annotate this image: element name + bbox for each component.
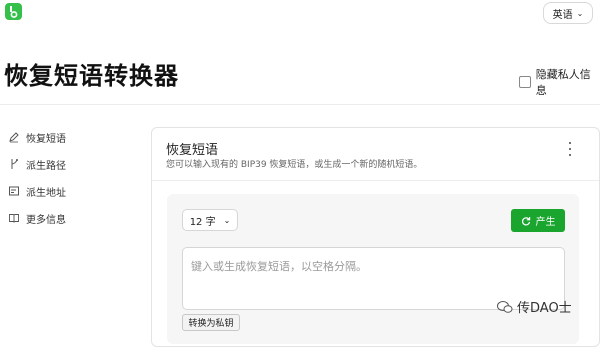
sidebar-item-label: 更多信息	[26, 214, 66, 226]
sidebar-item-label: 恢复短语	[26, 133, 66, 145]
hide-private-label: 隐藏私人信息	[535, 68, 591, 97]
word-count-select[interactable]: 12 字 ⌄	[182, 209, 238, 231]
phrase-placeholder: 键入或生成恢复短语，以空格分隔。	[191, 260, 367, 273]
page-title: 恢复短语转换器	[4, 62, 179, 90]
card-divider	[152, 180, 599, 181]
watermark: 传DAO士	[497, 297, 572, 316]
address-icon	[9, 186, 19, 196]
card-title: 恢复短语	[166, 143, 219, 158]
sidebar-item-label: 派生地址	[26, 187, 66, 199]
chevron-down-icon: ⌄	[223, 215, 231, 225]
refresh-icon	[521, 216, 530, 225]
book-icon	[9, 214, 19, 223]
sidebar-item-derived-address[interactable]: 派生地址	[8, 184, 66, 199]
logo-icon	[10, 6, 18, 18]
header-divider	[0, 104, 600, 105]
hide-private-toggle[interactable]: 隐藏私人信息	[519, 66, 600, 98]
watermark-text: 传DAO士	[517, 301, 572, 316]
convert-to-private-key-button[interactable]: 转换为私钥	[182, 314, 240, 331]
chevron-down-icon: ⌄	[576, 8, 584, 18]
word-count-value: 12 字	[189, 216, 216, 228]
wechat-icon	[497, 300, 513, 313]
hide-private-checkbox[interactable]	[519, 76, 531, 88]
generate-button[interactable]: 产生	[511, 209, 565, 232]
generate-label: 产生	[535, 217, 556, 228]
sidebar-item-derivation-path[interactable]: 派生路径	[8, 157, 66, 172]
branch-icon	[11, 159, 18, 169]
convert-label: 转换为私钥	[188, 319, 234, 329]
sidebar-item-recovery-phrase[interactable]: 恢复短语	[8, 130, 66, 145]
language-label: 英语	[552, 9, 573, 21]
sidebar-item-more-info[interactable]: 更多信息	[8, 211, 66, 226]
language-select[interactable]: 英语 ⌄	[543, 2, 593, 24]
card-subtitle: 您可以输入现有的 BIP39 恢复短语，或生成一个新的随机短语。	[166, 160, 423, 170]
pen-icon	[9, 132, 19, 143]
sidebar-item-label: 派生路径	[26, 160, 66, 172]
more-options-icon[interactable]	[566, 142, 574, 156]
app-logo[interactable]	[5, 3, 22, 20]
